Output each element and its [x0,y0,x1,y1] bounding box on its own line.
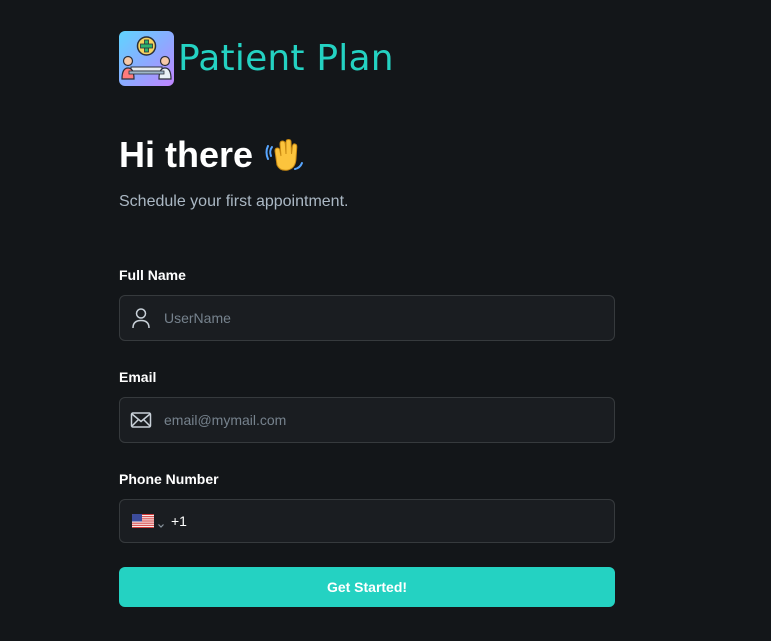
onboarding-page: Patient Plan Hi there Schedule your firs… [0,0,771,641]
user-icon [130,307,152,329]
email-input[interactable] [152,397,614,443]
full-name-label: Full Name [119,267,186,283]
us-flag-icon [132,514,154,528]
envelope-icon [130,409,152,431]
phone-field[interactable]: +1 [119,499,615,543]
full-name-field[interactable] [119,295,615,341]
brand: Patient Plan [119,31,394,86]
page-title: Hi there [119,133,305,176]
brand-name: Patient Plan [178,37,394,79]
full-name-input[interactable] [152,295,614,341]
logo-icon [119,31,174,86]
phone-input[interactable] [186,499,614,543]
chevron-down-icon [157,517,165,528]
email-field[interactable] [119,397,615,443]
email-label: Email [119,369,157,385]
phone-label: Phone Number [119,471,219,487]
get-started-button[interactable]: Get Started! [119,567,615,607]
greeting-text: Hi there [119,134,254,175]
country-selector[interactable] [132,514,165,528]
page-subtitle: Schedule your first appointment. [119,193,349,210]
dial-code: +1 [171,513,187,529]
waving-hand-icon [265,135,305,175]
